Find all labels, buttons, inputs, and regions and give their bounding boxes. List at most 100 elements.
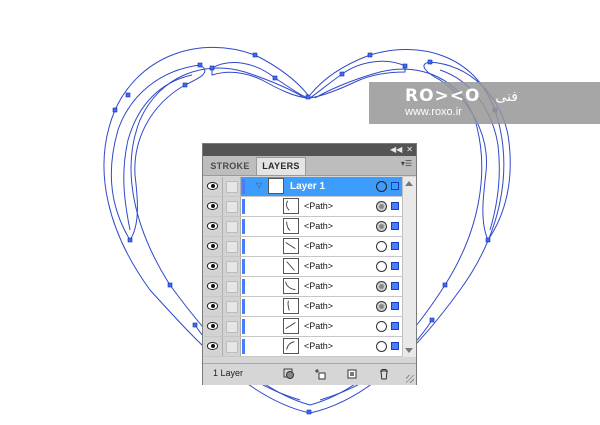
square-selection-icon[interactable] [391, 182, 399, 190]
anchor-point[interactable] [429, 317, 435, 323]
collapse-panel-icon[interactable]: ◀◀ [390, 145, 402, 154]
layers-panel: ◀◀ ✕ STROKE LAYERS ▾☰ ▽ Layer 1 <Path> <Pa… [202, 143, 417, 385]
circle-target-icon[interactable] [376, 181, 387, 192]
visibility-toggle[interactable] [204, 177, 223, 196]
lock-toggle[interactable] [223, 197, 241, 216]
circle-target-icon[interactable] [376, 241, 387, 252]
layer-row[interactable]: ▽ Layer 1 [204, 177, 402, 197]
path-name[interactable]: <Path> [304, 217, 333, 236]
circle-target-icon[interactable] [376, 321, 387, 332]
visibility-toggle[interactable] [204, 277, 223, 296]
lock-toggle[interactable] [223, 177, 241, 196]
lock-toggle[interactable] [223, 277, 241, 296]
path-row[interactable]: <Path> [204, 277, 402, 297]
trash-icon[interactable] [378, 368, 390, 380]
visibility-toggle[interactable] [204, 197, 223, 216]
panel-title-bar[interactable]: ◀◀ ✕ [203, 144, 416, 156]
path-row[interactable]: <Path> [204, 297, 402, 317]
path-name[interactable]: <Path> [304, 257, 333, 276]
panel-menu-icon[interactable]: ▾☰ [401, 159, 412, 168]
layer-color-bar [242, 179, 245, 194]
square-selection-icon[interactable] [391, 282, 399, 290]
square-selection-icon[interactable] [391, 222, 399, 230]
lock-toggle[interactable] [223, 217, 241, 236]
lock-slot [226, 241, 238, 253]
lock-toggle[interactable] [223, 337, 241, 356]
triangle-down-icon[interactable]: ▽ [256, 181, 265, 190]
anchor-point[interactable] [127, 237, 133, 243]
path-row[interactable]: <Path> [204, 197, 402, 217]
visibility-toggle[interactable] [204, 317, 223, 336]
circle-target-icon[interactable] [376, 201, 387, 212]
left-swirl-inner-path[interactable] [123, 74, 193, 231]
visibility-toggle[interactable] [204, 257, 223, 276]
tab-stroke[interactable]: STROKE [205, 158, 255, 175]
anchor-point[interactable] [427, 59, 433, 65]
lock-toggle[interactable] [223, 257, 241, 276]
scroll-down-arrow-icon[interactable] [405, 348, 413, 353]
square-selection-icon[interactable] [391, 322, 399, 330]
path-name[interactable]: <Path> [304, 277, 333, 296]
anchor-point[interactable] [182, 82, 188, 88]
layer-name[interactable]: Layer 1 [290, 177, 325, 196]
square-selection-icon[interactable] [391, 242, 399, 250]
path-row[interactable]: <Path> [204, 337, 402, 357]
anchor-point[interactable] [112, 107, 118, 113]
panel-footer: 1 Layer [203, 363, 416, 385]
circle-target-icon[interactable] [376, 221, 387, 232]
anchor-point[interactable] [209, 65, 215, 71]
path-name[interactable]: <Path> [304, 237, 333, 256]
watermark-logo-text: RO><O [405, 86, 481, 106]
path-name[interactable]: <Path> [304, 197, 333, 216]
square-selection-icon[interactable] [391, 342, 399, 350]
lock-toggle[interactable] [223, 297, 241, 316]
anchor-point[interactable] [252, 52, 258, 58]
tab-layers[interactable]: LAYERS [256, 157, 306, 175]
anchor-point[interactable] [197, 62, 203, 68]
anchor-point[interactable] [272, 75, 278, 81]
clipping-mask-icon[interactable] [283, 368, 295, 380]
square-selection-icon[interactable] [391, 262, 399, 270]
resize-grip-icon[interactable] [406, 375, 414, 383]
anchor-point[interactable] [485, 237, 491, 243]
layer-color-bar [242, 219, 245, 234]
path-row[interactable]: <Path> [204, 217, 402, 237]
new-sublayer-icon[interactable] [314, 368, 326, 380]
circle-target-icon[interactable] [376, 261, 387, 272]
anchor-point[interactable] [402, 63, 408, 69]
eye-icon [207, 242, 218, 250]
visibility-toggle[interactable] [204, 237, 223, 256]
path-row[interactable]: <Path> [204, 237, 402, 257]
scroll-up-arrow-icon[interactable] [405, 181, 413, 186]
anchor-point[interactable] [306, 409, 312, 415]
square-selection-icon[interactable] [391, 202, 399, 210]
layer-color-bar [242, 299, 245, 314]
circle-target-icon[interactable] [376, 281, 387, 292]
square-selection-icon[interactable] [391, 302, 399, 310]
layer-color-bar [242, 199, 245, 214]
path-name[interactable]: <Path> [304, 317, 333, 336]
panel-tabs: STROKE LAYERS ▾☰ [203, 156, 416, 176]
layers-scrollbar[interactable] [402, 177, 416, 357]
anchor-point[interactable] [442, 282, 448, 288]
anchor-point[interactable] [167, 282, 173, 288]
anchor-point[interactable] [192, 322, 198, 328]
circle-target-icon[interactable] [376, 301, 387, 312]
path-name[interactable]: <Path> [304, 337, 333, 356]
close-panel-icon[interactable]: ✕ [406, 145, 413, 154]
anchor-point[interactable] [125, 92, 131, 98]
lock-toggle[interactable] [223, 317, 241, 336]
anchor-point[interactable] [339, 71, 345, 77]
anchor-point[interactable] [367, 52, 373, 58]
path-row[interactable]: <Path> [204, 257, 402, 277]
lock-toggle[interactable] [223, 237, 241, 256]
path-row[interactable]: <Path> [204, 317, 402, 337]
visibility-toggle[interactable] [204, 337, 223, 356]
new-layer-icon[interactable] [346, 368, 358, 380]
visibility-toggle[interactable] [204, 297, 223, 316]
anchor-point[interactable] [305, 94, 311, 100]
circle-target-icon[interactable] [376, 341, 387, 352]
visibility-toggle[interactable] [204, 217, 223, 236]
path-name[interactable]: <Path> [304, 297, 333, 316]
layer-thumbnail [268, 178, 284, 194]
